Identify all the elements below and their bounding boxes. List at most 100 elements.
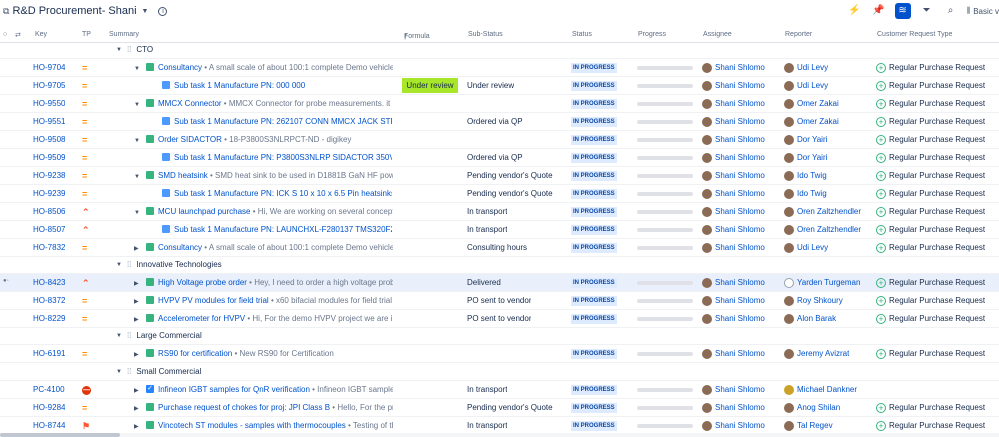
table-row[interactable]: HO-6191 = ▶ RS90 for certification • New…: [0, 345, 999, 363]
expand-icon[interactable]: ▼: [134, 170, 140, 183]
summary-link[interactable]: Consultancy: [158, 63, 202, 72]
assignee[interactable]: Shani Shlomo: [702, 402, 765, 414]
chevron-down-icon[interactable]: ▼: [116, 333, 122, 339]
col-status[interactable]: Status: [572, 31, 592, 38]
status-badge[interactable]: IN PROGRESS: [571, 207, 617, 217]
reporter[interactable]: Oren Zaltzhendler: [784, 224, 861, 236]
assignee[interactable]: Shani Shlomo: [702, 98, 765, 110]
summary-link[interactable]: Purchase request of chokes for proj: JPI…: [158, 403, 330, 412]
col-summary[interactable]: Summary: [109, 31, 139, 38]
reporter[interactable]: Dor Yairi: [784, 152, 827, 164]
assignee[interactable]: Shani Shlomo: [702, 134, 765, 146]
assignee[interactable]: Shani Shlomo: [702, 295, 765, 307]
assignee[interactable]: Shani Shlomo: [702, 152, 765, 164]
reporter[interactable]: Udi Levy: [784, 62, 828, 74]
link-icon[interactable]: ⇄: [15, 31, 21, 39]
summary-link[interactable]: Sub task 1 Manufacture PN: ICK S 10 x 10…: [174, 189, 392, 198]
reporter[interactable]: Udi Levy: [784, 242, 828, 254]
status-badge[interactable]: IN PROGRESS: [571, 314, 617, 324]
expand-icon[interactable]: ▶: [134, 295, 139, 308]
layers-icon[interactable]: ≋: [894, 3, 911, 19]
summary-link[interactable]: HVPV PV modules for field trial: [158, 296, 269, 305]
assignee[interactable]: Shani Shlomo: [702, 277, 765, 289]
issue-key[interactable]: HO-9509: [33, 152, 65, 164]
status-badge[interactable]: IN PROGRESS: [571, 189, 617, 199]
issue-key[interactable]: HO-9704: [33, 62, 65, 74]
table-row[interactable]: HO-7832 = ▶ Consultancy • A small scale …: [0, 239, 999, 257]
col-crt[interactable]: Customer Request Type: [877, 31, 952, 38]
expand-icon[interactable]: ▶: [134, 420, 139, 433]
radio-icon[interactable]: ○: [3, 31, 7, 38]
summary-link[interactable]: Accelerometer for HVPV: [158, 314, 245, 323]
status-badge[interactable]: IN PROGRESS: [571, 225, 617, 235]
scrollbar-thumb[interactable]: [0, 433, 120, 437]
status-badge[interactable]: IN PROGRESS: [571, 153, 617, 163]
reporter[interactable]: Roy Shkoury: [784, 295, 843, 307]
chevron-down-icon[interactable]: ▼: [116, 47, 122, 53]
status-badge[interactable]: IN PROGRESS: [571, 349, 617, 359]
chevron-down-icon[interactable]: ▼: [116, 262, 122, 268]
issue-key[interactable]: HO-9705: [33, 80, 65, 92]
chevron-down-icon[interactable]: ▼: [142, 8, 149, 15]
table-row[interactable]: HO-9704 = ▼ Consultancy • A small scale …: [0, 59, 999, 77]
view-selector[interactable]: ⫼ Basic v: [967, 6, 999, 16]
summary-link[interactable]: High Voltage probe order: [158, 278, 247, 287]
summary-link[interactable]: Sub task 1 Manufacture PN: 262107 CONN M…: [174, 117, 392, 126]
summary-link[interactable]: RS90 for certification: [158, 349, 232, 358]
status-badge[interactable]: IN PROGRESS: [571, 296, 617, 306]
expand-icon[interactable]: ▶: [134, 313, 139, 326]
expand-icon[interactable]: ▶: [134, 348, 139, 361]
group-large-commercial[interactable]: ▼ ⁞⁞ Large Commercial: [0, 328, 999, 345]
reporter[interactable]: Tal Regev: [784, 420, 833, 432]
info-icon[interactable]: i: [158, 6, 168, 16]
status-badge[interactable]: IN PROGRESS: [571, 63, 617, 73]
issue-key[interactable]: HO-9551: [33, 116, 65, 128]
assignee[interactable]: Shani Shlomo: [702, 206, 765, 218]
table-row[interactable]: HO-8506 ⌃ ▼ MCU launchpad purchase • Hi,…: [0, 203, 999, 221]
assignee[interactable]: Shani Shlomo: [702, 224, 765, 236]
reporter[interactable]: Omer Zakai: [784, 98, 839, 110]
status-badge[interactable]: IN PROGRESS: [571, 117, 617, 127]
reporter[interactable]: Anog Shilan: [784, 402, 840, 414]
summary-link[interactable]: Order SIDACTOR: [158, 135, 222, 144]
reporter[interactable]: Jeremy Avizrat: [784, 348, 849, 360]
issue-key[interactable]: HO-9239: [33, 188, 65, 200]
col-substatus[interactable]: Sub-Status: [468, 31, 503, 38]
reporter[interactable]: Udi Levy: [784, 80, 828, 92]
expand-icon[interactable]: ▼: [134, 206, 140, 219]
expand-icon[interactable]: ▶: [134, 277, 139, 290]
horizontal-scrollbar[interactable]: [0, 433, 999, 437]
assignee[interactable]: Shani Shlomo: [702, 62, 765, 74]
status-badge[interactable]: IN PROGRESS: [571, 403, 617, 413]
issue-key[interactable]: HO-9238: [33, 170, 65, 182]
assignee[interactable]: Shani Shlomo: [702, 116, 765, 128]
search-icon[interactable]: ⌕: [943, 3, 959, 19]
assignee[interactable]: Shani Shlomo: [702, 384, 765, 396]
table-row[interactable]: HO-8372 = ▶ HVPV PV modules for field tr…: [0, 292, 999, 310]
issue-key[interactable]: HO-9550: [33, 98, 65, 110]
expand-icon[interactable]: ▶: [134, 402, 139, 415]
table-row[interactable]: PC-4100 — ▶ ✓ Infineon IGBT samples for Q…: [0, 381, 999, 399]
summary-link[interactable]: Sub task 1 Manufacture PN: LAUNCHXL-F280…: [174, 225, 392, 234]
issue-key[interactable]: HO-9284: [33, 402, 65, 414]
summary-link[interactable]: SMD heatsink: [158, 171, 208, 180]
reporter[interactable]: Michael Dankner: [784, 384, 857, 396]
assignee[interactable]: Shani Shlomo: [702, 80, 765, 92]
table-row[interactable]: HO-9551 = Sub task 1 Manufacture PN: 262…: [0, 113, 999, 131]
issue-key[interactable]: HO-8744: [33, 420, 65, 432]
summary-link[interactable]: Consultancy: [158, 243, 202, 252]
status-badge[interactable]: IN PROGRESS: [571, 278, 617, 288]
reporter[interactable]: Oren Zaltzhendler: [784, 206, 861, 218]
status-badge[interactable]: IN PROGRESS: [571, 243, 617, 253]
group-small-commercial[interactable]: ▼ ⁞⁞ Small Commercial: [0, 364, 999, 381]
expand-icon[interactable]: ▶: [134, 384, 139, 397]
issue-key[interactable]: HO-9508: [33, 134, 65, 146]
summary-link[interactable]: MMCX Connector: [158, 99, 222, 108]
col-progress[interactable]: Progress: [638, 31, 666, 38]
table-row[interactable]: HO-8229 = ▶ Accelerometer for HVPV • Hi,…: [0, 310, 999, 328]
row-select-handle[interactable]: ●◦: [3, 278, 9, 284]
table-row[interactable]: HO-9508 = ▼ Order SIDACTOR • 18-P3800S3N…: [0, 131, 999, 149]
status-badge[interactable]: IN PROGRESS: [571, 171, 617, 181]
summary-link[interactable]: MCU launchpad purchase: [158, 207, 251, 216]
table-row[interactable]: HO-9550 = ▼ MMCX Connector • MMCX Connec…: [0, 95, 999, 113]
